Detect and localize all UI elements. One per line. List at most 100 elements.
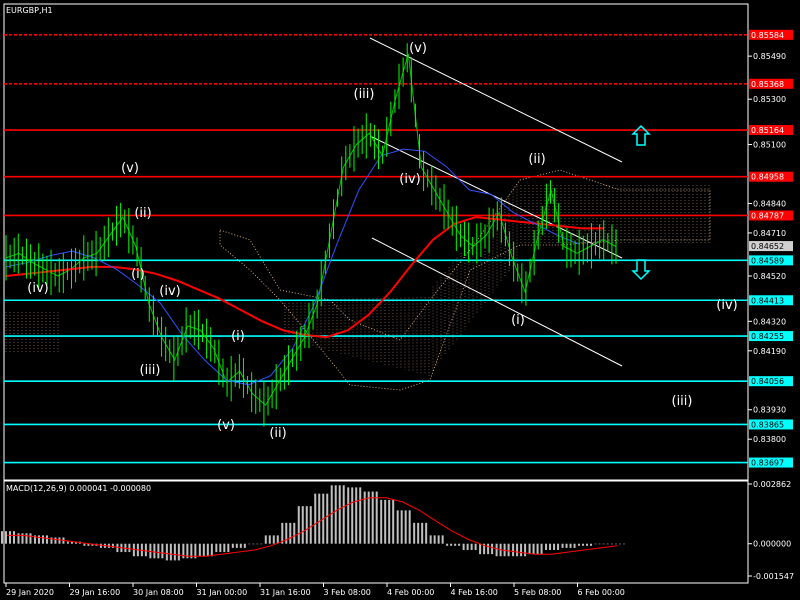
time-tick-label: 3 Feb 08:00 — [324, 588, 371, 597]
macd-histogram-bar — [210, 543, 213, 557]
macd-histogram-bar — [557, 543, 560, 550]
eurgbp-chart[interactable]: 0.85584 0.85368 0.85164 0.84958 0.84787 0.845… — [0, 0, 800, 600]
macd-histogram-bar — [433, 535, 436, 544]
macd-histogram-bar — [338, 485, 341, 544]
macd-histogram-bar — [532, 543, 535, 555]
macd-histogram-bar — [301, 506, 304, 544]
level-price-label: 0.84056 — [751, 377, 784, 386]
macd-histogram-bar — [248, 543, 251, 545]
macd-histogram-bar — [450, 543, 453, 546]
macd-histogram-bar — [58, 537, 61, 544]
wave-label: (v) — [217, 418, 235, 433]
macd-histogram-bar — [611, 543, 613, 545]
macd-histogram-bar — [512, 543, 515, 557]
macd-histogram-bar — [235, 543, 238, 548]
macd-histogram-bar — [520, 543, 523, 557]
macd-histogram-bar — [569, 543, 572, 548]
macd-histogram-bar — [202, 543, 205, 557]
macd-histogram-bar — [66, 541, 69, 544]
macd-histogram-bar — [169, 543, 172, 561]
channel-line — [369, 135, 623, 259]
time-axis: 29 Jan 2020 29 Jan 16:00 30 Jan 08:00 31 Ja… — [5, 583, 625, 597]
up-arrow-icon — [631, 124, 651, 146]
macd-histogram-bar — [37, 535, 40, 544]
macd-histogram-bar — [429, 535, 432, 544]
macd-histogram-bar — [161, 543, 164, 559]
macd-histogram-bar — [256, 543, 259, 545]
macd-tick-label: 0.002862 — [753, 480, 791, 489]
macd-histogram-bar — [553, 543, 556, 550]
price-tick-label: 0.83930 — [753, 406, 786, 415]
macd-histogram-bar — [441, 535, 444, 544]
macd-histogram-bar — [41, 535, 44, 544]
macd-histogram-bar — [425, 522, 428, 544]
macd-histogram-bar — [128, 543, 131, 553]
macd-histogram-bar — [231, 543, 234, 548]
macd-histogram-bar — [355, 487, 358, 544]
macd-histogram-bar — [260, 543, 263, 545]
level-price-label: 0.84958 — [751, 173, 784, 182]
macd-histogram-bar — [272, 535, 275, 544]
wave-label: (ii) — [269, 426, 286, 441]
price-tick-label: 0.85300 — [753, 95, 786, 104]
level-price-label: 0.84255 — [751, 332, 784, 341]
macd-histogram-bar — [326, 493, 329, 544]
macd-histogram-bar — [619, 543, 621, 545]
macd-histogram-bar — [380, 499, 383, 544]
wave-label: (i) — [131, 267, 145, 282]
macd-histogram-bar — [198, 543, 201, 557]
level-price-label: 0.85368 — [751, 80, 784, 89]
macd-histogram-bar — [153, 543, 156, 559]
wave-label: (ii) — [134, 206, 151, 221]
macd-histogram-bar — [99, 543, 102, 548]
macd-histogram-bar — [586, 543, 589, 546]
time-tick-label: 29 Jan 2020 — [6, 588, 54, 597]
macd-histogram-bar — [396, 510, 399, 544]
macd-histogram-bar — [268, 535, 271, 544]
wave-label: (iv) — [159, 284, 180, 299]
time-tick-label: 30 Jan 08:00 — [133, 588, 184, 597]
macd-histogram-bar — [25, 533, 28, 544]
chart-title: EURGBP,H1 — [6, 6, 53, 15]
level-price-label: 0.84413 — [751, 296, 784, 305]
macd-histogram-bar — [318, 493, 321, 544]
macd-histogram-bar — [116, 543, 119, 553]
wave-label: (iv) — [399, 172, 420, 187]
macd-histogram-bar — [598, 543, 601, 545]
macd-histogram-bar — [470, 543, 473, 550]
macd-histogram-bar — [297, 506, 300, 544]
wave-label: (v) — [409, 41, 427, 56]
wave-label: (iii) — [672, 394, 693, 409]
channel-line — [371, 237, 623, 367]
macd-tick-label: 0.000000 — [753, 540, 791, 549]
macd-histogram-bar — [582, 543, 585, 546]
price-tick-label: 0.85100 — [753, 141, 786, 150]
macd-histogram-bar — [528, 543, 531, 555]
price-tick-label: 0.84840 — [753, 199, 786, 208]
macd-histogram-bar — [215, 543, 218, 553]
macd-histogram-bar — [462, 543, 465, 550]
macd-histogram-bar — [330, 485, 333, 544]
macd-histogram-bar — [293, 522, 296, 544]
level-price-label: 0.85584 — [751, 31, 784, 40]
macd-histogram-bar — [227, 543, 230, 553]
macd-histogram-bar — [334, 485, 337, 544]
macd-histogram-bar — [524, 543, 527, 557]
trend-channel — [369, 37, 623, 367]
level-price-label: 0.85164 — [751, 126, 784, 135]
macd-histogram-bar — [437, 535, 440, 544]
macd-histogram-bar — [479, 543, 482, 555]
macd-histogram-bar — [351, 487, 354, 544]
macd-histogram-bar — [516, 543, 519, 557]
macd-histogram-bar — [347, 487, 350, 544]
macd-histogram-bar — [408, 510, 411, 544]
macd-indicator: 0.002862 0.000000 -0.001547 — [1, 480, 794, 581]
macd-histogram-bar — [13, 531, 15, 544]
macd-histogram-bar — [21, 533, 24, 544]
level-price-label: 0.84589 — [751, 256, 784, 265]
macd-title: MACD(12,26,9) 0.000041 -0.000080 — [6, 484, 151, 493]
wave-label: (ii) — [528, 152, 545, 167]
macd-histogram-bar — [157, 543, 160, 559]
price-tick-label: 0.84710 — [753, 229, 786, 238]
time-tick-label: 6 Feb 00:00 — [578, 588, 625, 597]
